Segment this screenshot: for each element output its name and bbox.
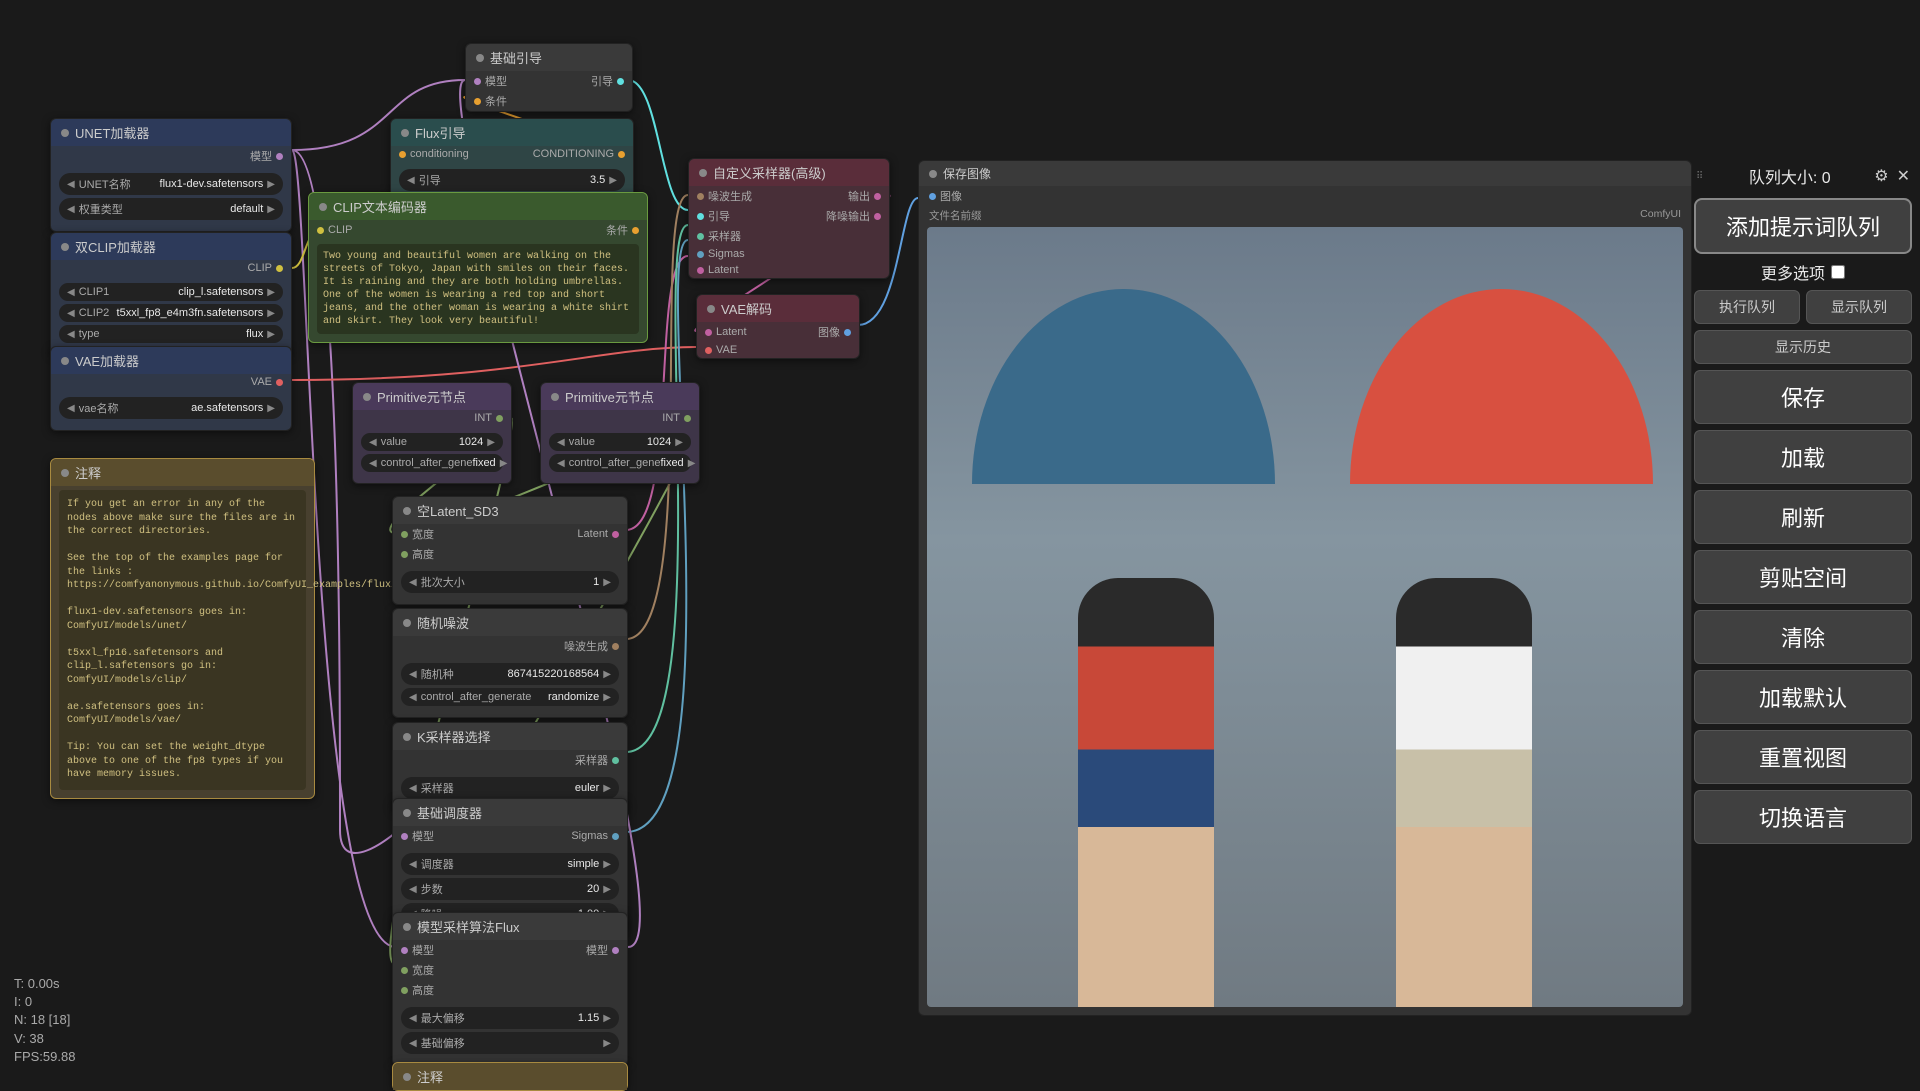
widget-clip-type[interactable]: ◀typeflux▶ (59, 325, 283, 343)
prompt-textarea[interactable]: Two young and beautiful women are walkin… (317, 244, 639, 334)
widget-unet-name[interactable]: ◀UNET名称flux1-dev.safetensors▶ (59, 173, 283, 195)
more-options[interactable]: 更多选项 (1694, 260, 1912, 284)
more-options-checkbox[interactable] (1831, 265, 1845, 279)
node-dualclip-loader[interactable]: 双CLIP加载器 CLIP ◀CLIP1clip_l.safetensors▶ … (50, 232, 292, 355)
widget-batch[interactable]: ◀批次大小1▶ (401, 571, 619, 593)
node-title: CLIP文本编码器 (333, 197, 427, 216)
node-model-sampling-flux[interactable]: 模型采样算法Flux 模型模型 宽度 高度 ◀最大偏移1.15▶ ◀基础偏移▶ (392, 912, 628, 1066)
widget-clip1[interactable]: ◀CLIP1clip_l.safetensors▶ (59, 283, 283, 301)
queue-sidebar[interactable]: ⠿ 队列大小: 0 ⚙ ✕ 添加提示词队列 更多选项 执行队列 显示队列 显示历… (1694, 160, 1912, 844)
node-flux-guider[interactable]: Flux引导 conditioningCONDITIONING ◀引导3.5▶ (390, 118, 634, 203)
node-vae-decode[interactable]: VAE解码 Latent图像 VAE (696, 294, 860, 359)
widget-vae-name[interactable]: ◀vae名称ae.safetensors▶ (59, 397, 283, 419)
node-note1[interactable]: 注释 If you get an error in any of the nod… (50, 458, 315, 799)
node-title: Primitive元节点 (565, 387, 654, 406)
node-title: 空Latent_SD3 (417, 501, 499, 520)
node-random-noise[interactable]: 随机噪波 噪波生成 ◀随机种867415220168564▶ ◀control_… (392, 608, 628, 718)
clipspace-button[interactable]: 剪贴空间 (1694, 550, 1912, 604)
node-title: 注释 (417, 1067, 443, 1086)
widget-seed[interactable]: ◀随机种867415220168564▶ (401, 663, 619, 685)
widget-scheduler[interactable]: ◀调度器simple▶ (401, 853, 619, 875)
node-advanced-sampler[interactable]: 自定义采样器(高级) 噪波生成输出 引导降噪输出 采样器 Sigmas Late… (688, 158, 890, 279)
clear-button[interactable]: 清除 (1694, 610, 1912, 664)
save-button[interactable]: 保存 (1694, 370, 1912, 424)
node-title: 保存图像 (943, 165, 991, 182)
widget-control[interactable]: ◀control_after_genefixed▶ (361, 454, 503, 472)
widget-guide[interactable]: ◀引导3.5▶ (399, 169, 625, 191)
node-title: VAE解码 (721, 299, 772, 318)
node-note2[interactable]: 注释 (392, 1062, 628, 1091)
node-title: 自定义采样器(高级) (713, 163, 826, 182)
widget-steps[interactable]: ◀步数20▶ (401, 878, 619, 900)
node-save-image[interactable]: 保存图像 图像 文件名前缀ComfyUI (918, 160, 1692, 1016)
node-title: 注释 (75, 463, 101, 482)
load-button[interactable]: 加载 (1694, 430, 1912, 484)
widget-sampler[interactable]: ◀采样器euler▶ (401, 777, 619, 799)
node-title: VAE加载器 (75, 351, 139, 370)
node-canvas[interactable]: UNET加载器 模型 ◀UNET名称flux1-dev.safetensors▶… (0, 0, 1920, 1080)
gear-icon[interactable]: ⚙ (1874, 166, 1888, 186)
node-clip-text-encode[interactable]: CLIP文本编码器 CLIP条件 Two young and beautiful… (308, 192, 648, 343)
node-primitive-1[interactable]: Primitive元节点 INT ◀value1024▶ ◀control_af… (352, 382, 512, 484)
show-history-button[interactable]: 显示历史 (1694, 330, 1912, 364)
queue-size-label: 队列大小: 0 (1749, 164, 1831, 188)
widget-clip2[interactable]: ◀CLIP2t5xxl_fp8_e4m3fn.safetensors▶ (59, 304, 283, 322)
switch-lang-button[interactable]: 切换语言 (1694, 790, 1912, 844)
widget-max-shift[interactable]: ◀最大偏移1.15▶ (401, 1007, 619, 1029)
widget-control[interactable]: ◀control_after_generaterandomize▶ (401, 688, 619, 706)
node-title: 双CLIP加载器 (75, 237, 156, 256)
exec-queue-button[interactable]: 执行队列 (1694, 290, 1800, 324)
filename-prefix-label: 文件名前缀 (929, 208, 982, 223)
note-text: If you get an error in any of the nodes … (59, 490, 306, 790)
node-primitive-2[interactable]: Primitive元节点 INT ◀value1024▶ ◀control_af… (540, 382, 700, 484)
widget-value[interactable]: ◀value1024▶ (549, 433, 691, 451)
widget-control[interactable]: ◀control_after_genefixed▶ (549, 454, 691, 472)
node-title: Flux引导 (415, 123, 466, 142)
reset-view-button[interactable]: 重置视图 (1694, 730, 1912, 784)
drag-handle-icon[interactable]: ⠿ (1696, 171, 1705, 182)
node-empty-latent[interactable]: 空Latent_SD3 宽度Latent 高度 ◀批次大小1▶ (392, 496, 628, 605)
node-title: Primitive元节点 (377, 387, 466, 406)
node-title: 基础引导 (490, 48, 542, 67)
node-unet-loader[interactable]: UNET加载器 模型 ◀UNET名称flux1-dev.safetensors▶… (50, 118, 292, 232)
load-default-button[interactable]: 加载默认 (1694, 670, 1912, 724)
node-title: K采样器选择 (417, 727, 491, 746)
widget-value[interactable]: ◀value1024▶ (361, 433, 503, 451)
widget-weight-type[interactable]: ◀权重类型default▶ (59, 198, 283, 220)
perf-stats: T: 0.00s I: 0 N: 18 [18] V: 38 FPS:59.88 (14, 975, 75, 1066)
node-title: UNET加载器 (75, 123, 149, 142)
close-icon[interactable]: ✕ (1897, 166, 1910, 186)
filename-prefix-value: ComfyUI (1640, 208, 1681, 223)
preview-image (927, 227, 1683, 1007)
queue-prompt-button[interactable]: 添加提示词队列 (1694, 198, 1912, 254)
widget-base-shift[interactable]: ◀基础偏移▶ (401, 1032, 619, 1054)
show-queue-button[interactable]: 显示队列 (1806, 290, 1912, 324)
node-title: 随机噪波 (417, 613, 469, 632)
refresh-button[interactable]: 刷新 (1694, 490, 1912, 544)
node-basic-guider[interactable]: 基础引导 模型引导 条件 (465, 43, 633, 112)
node-title: 基础调度器 (417, 803, 482, 822)
node-title: 模型采样算法Flux (417, 917, 520, 936)
node-vae-loader[interactable]: VAE加载器 VAE ◀vae名称ae.safetensors▶ (50, 346, 292, 431)
